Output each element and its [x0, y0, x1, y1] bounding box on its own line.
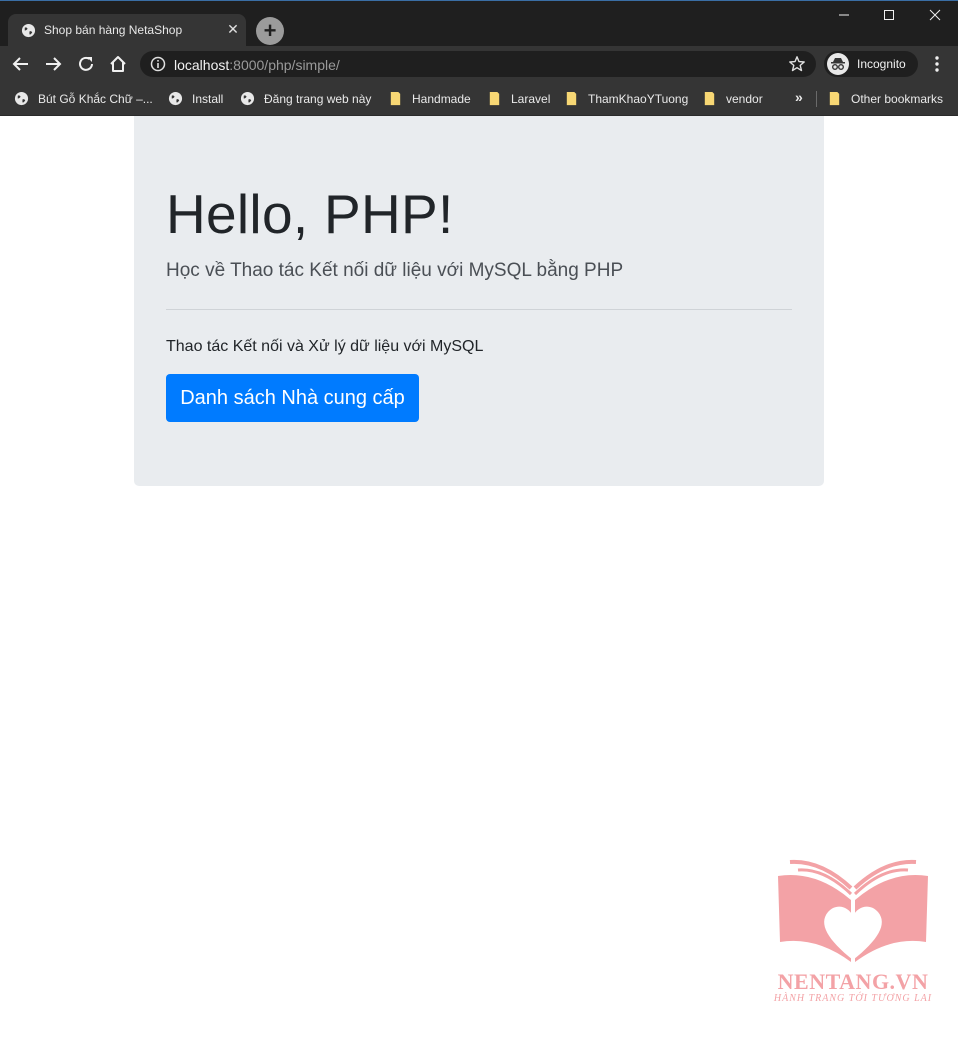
- bookmark-label: Install: [192, 92, 224, 106]
- folder-icon: [489, 91, 500, 106]
- minimize-icon: [839, 14, 849, 16]
- new-tab-button[interactable]: +: [256, 17, 284, 45]
- browser-toolbar: localhost:8000/php/simple/ Incognito: [0, 46, 958, 82]
- browser-tab-active[interactable]: Shop bán hàng NetaShop ✕: [8, 14, 246, 47]
- bookmark-star-icon[interactable]: [788, 55, 806, 73]
- jumbotron: Hello, PHP! Học về Thao tác Kết nối dữ l…: [134, 116, 824, 486]
- url-text: localhost:8000/php/simple/: [174, 57, 340, 73]
- bookmark-label: Đăng trang web này: [264, 92, 372, 106]
- globe-icon: [21, 23, 36, 38]
- folder-icon: [829, 91, 840, 106]
- divider: [166, 309, 792, 310]
- maximize-button[interactable]: [866, 1, 912, 31]
- more-menu-icon[interactable]: [929, 54, 945, 74]
- close-icon: [929, 9, 941, 21]
- bookmarks-divider: [816, 91, 817, 107]
- page-title: Hello, PHP!: [166, 183, 454, 245]
- back-arrow-icon[interactable]: [11, 54, 31, 74]
- address-bar[interactable]: localhost:8000/php/simple/: [140, 51, 816, 77]
- incognito-icon: [827, 53, 849, 75]
- bookmarks-bar: Bút Gỗ Khắc Chữ –... Install Đăng trang …: [0, 82, 958, 116]
- globe-icon: [168, 91, 183, 106]
- tab-title: Shop bán hàng NetaShop: [44, 23, 183, 37]
- tab-close-icon[interactable]: ✕: [224, 20, 242, 38]
- url-host: localhost: [174, 57, 230, 73]
- browser-titlebar: Shop bán hàng NetaShop ✕ +: [0, 0, 958, 47]
- folder-icon: [566, 91, 577, 106]
- forward-arrow-icon[interactable]: [43, 54, 63, 74]
- other-bookmarks-label: Other bookmarks: [851, 92, 944, 106]
- close-window-button[interactable]: [912, 1, 958, 31]
- globe-icon: [240, 91, 255, 106]
- watermark-brand: NENTANG.VN: [777, 969, 929, 994]
- nentang-logo-icon: [778, 859, 928, 962]
- reload-icon[interactable]: [76, 54, 96, 74]
- folder-icon: [704, 91, 715, 106]
- maximize-icon: [884, 10, 894, 20]
- lead-text: Học về Thao tác Kết nối dữ liệu với MySQ…: [166, 260, 624, 281]
- minimize-button[interactable]: [821, 1, 867, 31]
- url-path: :8000/php/simple/: [229, 57, 340, 73]
- info-icon[interactable]: [150, 56, 166, 72]
- bookmarks-overflow-chevron-icon[interactable]: »: [795, 89, 803, 105]
- incognito-indicator[interactable]: Incognito: [824, 51, 918, 77]
- globe-icon: [14, 91, 29, 106]
- watermark-slogan: HÀNH TRANG TỚI TƯƠNG LAI: [773, 993, 933, 1004]
- folder-icon: [390, 91, 401, 106]
- home-icon[interactable]: [108, 54, 128, 74]
- description-text: Thao tác Kết nối và Xử lý dữ liệu với My…: [166, 338, 484, 355]
- bookmark-label: ThamKhaoYTuong: [588, 92, 689, 106]
- bookmark-label: Handmade: [412, 92, 471, 106]
- incognito-label: Incognito: [857, 57, 906, 71]
- bookmark-label: vendor: [726, 92, 763, 106]
- bookmark-label: Bút Gỗ Khắc Chữ –...: [38, 92, 153, 106]
- bookmark-label: Laravel: [511, 92, 551, 106]
- supplier-list-button[interactable]: Danh sách Nhà cung cấp: [166, 374, 419, 422]
